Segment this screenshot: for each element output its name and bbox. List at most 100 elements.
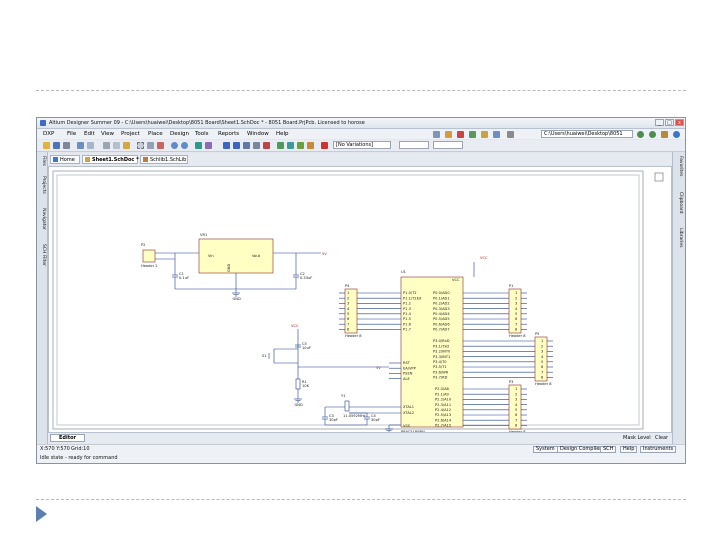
editor-tab[interactable]: Editor bbox=[50, 434, 85, 442]
left-panel: Files Projects Navigator SCH Filter bbox=[37, 152, 48, 452]
maximize-button[interactable]: □ bbox=[665, 119, 674, 126]
tab-home-label: Home bbox=[60, 157, 75, 163]
forward-icon[interactable] bbox=[649, 131, 656, 138]
p5-name: Header 8 bbox=[535, 382, 552, 386]
menu-window[interactable]: Window bbox=[247, 129, 269, 139]
sheet-entry-icon[interactable] bbox=[297, 142, 304, 149]
instruments-button[interactable]: Instruments bbox=[640, 446, 677, 453]
port-icon[interactable] bbox=[307, 142, 314, 149]
bus-icon[interactable] bbox=[233, 142, 240, 149]
p3-ref: P3 bbox=[509, 380, 513, 384]
grid-toolbar-icon[interactable] bbox=[507, 131, 514, 138]
open-icon[interactable] bbox=[43, 142, 50, 149]
r1-gnd-label: GND bbox=[295, 403, 303, 407]
wire-icon[interactable] bbox=[223, 142, 230, 149]
u1-left-pin-4: P1.4 bbox=[403, 312, 412, 316]
save-icon[interactable] bbox=[53, 142, 60, 149]
p1-pinnum-5: 5 bbox=[515, 312, 517, 316]
tab-schlib1[interactable]: Schlib1.SchLib bbox=[140, 155, 188, 164]
nav-toolbar-icon[interactable] bbox=[433, 131, 440, 138]
p5-pinnum-7: 7 bbox=[541, 370, 543, 374]
power-toolbar-icon[interactable] bbox=[481, 131, 488, 138]
vr1-ref: VR1 bbox=[200, 233, 207, 237]
p5-ref: P5 bbox=[535, 332, 539, 336]
u1-left-pin-3: P1.3 bbox=[403, 307, 411, 311]
p3-pinnum-7: 7 bbox=[515, 418, 517, 422]
u1-ctrl-pin-3: ALE bbox=[403, 377, 410, 381]
part-toolbar-icon[interactable] bbox=[493, 131, 500, 138]
menu-file[interactable]: File bbox=[67, 129, 76, 139]
gnd-power-icon[interactable] bbox=[253, 142, 260, 149]
home-nav-icon[interactable] bbox=[661, 131, 668, 138]
panel-tab-libraries[interactable]: Libraries bbox=[675, 228, 683, 247]
menu-tools[interactable]: Tools bbox=[195, 129, 209, 139]
panel-tab-projects[interactable]: Projects bbox=[38, 176, 46, 194]
cut-icon[interactable] bbox=[103, 142, 110, 149]
refresh-icon[interactable] bbox=[673, 131, 680, 138]
menu-dxp[interactable]: DXP bbox=[43, 129, 54, 139]
u1-ea-net-5v: 5V bbox=[376, 366, 381, 370]
schematic-canvas[interactable]: P2 Header 2 VR1 Vin Vout GND GND 5V C1 0.1uF C2 0.3… bbox=[48, 166, 672, 433]
p3-name: Header 8 bbox=[509, 430, 526, 432]
menu-reports[interactable]: Reports bbox=[218, 129, 239, 139]
copy-icon[interactable] bbox=[113, 142, 120, 149]
mask-level-label[interactable]: Mask Level bbox=[623, 433, 651, 443]
variations-dropdown[interactable]: [No Variations] bbox=[333, 141, 391, 149]
cross-probe-icon[interactable] bbox=[205, 142, 212, 149]
sheet-symbol-icon[interactable] bbox=[287, 142, 294, 149]
zoom-icon[interactable] bbox=[77, 142, 84, 149]
panel-tab-clipboard[interactable]: Clipboard bbox=[675, 192, 683, 214]
y1-ref: Y1 bbox=[341, 394, 345, 398]
color-toolbar-icon[interactable] bbox=[445, 131, 452, 138]
path-field[interactable]: C:\Users\huaiwei\Desktop\8051 bbox=[541, 130, 633, 138]
u1-p0-pin-2: P0.2/AD2 bbox=[433, 302, 450, 306]
u1-p3-pin-4: P3.4/T0 bbox=[433, 360, 447, 364]
no-erc-icon[interactable] bbox=[321, 142, 328, 149]
u1-p0-pin-1: P0.1/AD1 bbox=[433, 296, 450, 300]
select-icon[interactable] bbox=[137, 142, 144, 149]
menu-edit[interactable]: Edit bbox=[84, 129, 95, 139]
menu-help[interactable]: Help bbox=[276, 129, 289, 139]
u1-left-pin-6: P1.6 bbox=[403, 322, 412, 326]
panel-tab-navigator[interactable]: Navigator bbox=[38, 208, 46, 230]
toolbar-empty-field-1[interactable] bbox=[399, 141, 429, 149]
tab-sheet1[interactable]: Sheet1.SchDoc * bbox=[82, 155, 139, 164]
u1-left-pin-1: P1.1/T2EX bbox=[403, 296, 422, 300]
print-icon[interactable] bbox=[63, 142, 70, 149]
u1-vcc-net: VCC bbox=[480, 256, 488, 260]
redo-icon[interactable] bbox=[181, 142, 188, 149]
menu-view[interactable]: View bbox=[101, 129, 114, 139]
clear-label[interactable]: Clear bbox=[655, 433, 668, 443]
probe-toolbar-icon[interactable] bbox=[469, 131, 476, 138]
paste-icon[interactable] bbox=[123, 142, 130, 149]
net-label-icon[interactable] bbox=[243, 142, 250, 149]
back-icon[interactable] bbox=[637, 131, 644, 138]
p4-pinnum-7: 7 bbox=[347, 322, 349, 326]
deselect-icon[interactable] bbox=[157, 142, 164, 149]
move-icon[interactable] bbox=[147, 142, 154, 149]
u1-p3-pin-6: P3.6/WR bbox=[433, 370, 449, 374]
hierarchy-icon[interactable] bbox=[195, 142, 202, 149]
tab-home[interactable]: Home bbox=[50, 155, 80, 164]
design-compiler-button[interactable]: Design Compiler bbox=[557, 446, 605, 453]
pin-toolbar-icon[interactable] bbox=[457, 131, 464, 138]
menu-design[interactable]: Design bbox=[170, 129, 189, 139]
system-button[interactable]: System bbox=[533, 446, 558, 453]
close-button[interactable]: x bbox=[675, 119, 684, 126]
help-button[interactable]: Help bbox=[620, 446, 638, 453]
panel-tab-favorites[interactable]: Favorites bbox=[675, 156, 683, 176]
undo-icon[interactable] bbox=[171, 142, 178, 149]
u1-vss-label: VSS bbox=[403, 424, 411, 428]
panel-tab-files[interactable]: Files bbox=[38, 156, 46, 166]
menu-place[interactable]: Place bbox=[148, 129, 163, 139]
p2-ref: P2 bbox=[141, 243, 145, 247]
vcc-power-icon[interactable] bbox=[263, 142, 270, 149]
zoom-fit-icon[interactable] bbox=[87, 142, 94, 149]
minimize-button[interactable]: _ bbox=[655, 119, 664, 126]
panel-tab-sch-filter[interactable]: SCH Filter bbox=[38, 244, 46, 266]
component-icon[interactable] bbox=[277, 142, 284, 149]
sch-button[interactable]: SCH bbox=[600, 446, 617, 453]
menu-project[interactable]: Project bbox=[121, 129, 140, 139]
altium-logo-icon bbox=[40, 120, 46, 126]
toolbar-empty-field-2[interactable] bbox=[433, 141, 463, 149]
